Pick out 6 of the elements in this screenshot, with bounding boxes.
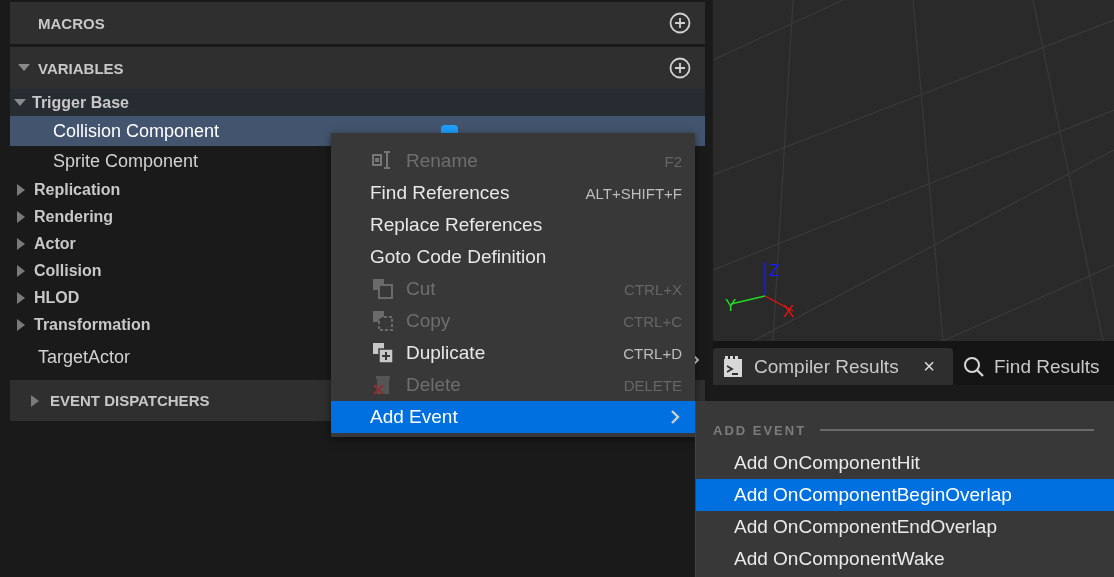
shortcut-label: CTRL+D [623,344,682,362]
axis-label: X [783,302,795,321]
menu-section-title: ADD EVENT [713,422,807,438]
shortcut-label: ALT+SHIFT+F [585,184,682,202]
axis-label: Y [725,296,737,315]
axis-label: Z [769,261,780,280]
